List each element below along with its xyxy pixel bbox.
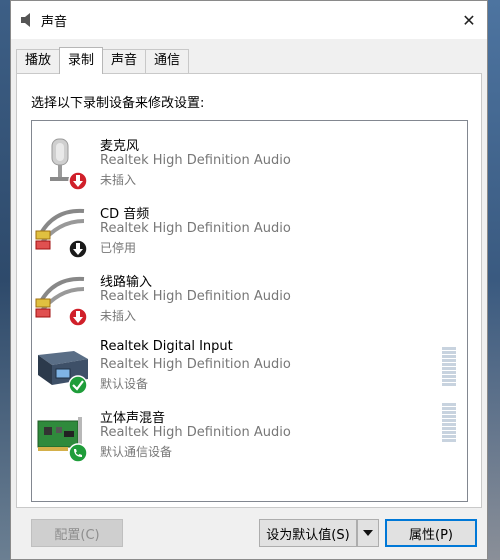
- device-status: 已停用: [100, 241, 137, 255]
- sound-dialog: 声音 ✕ 播放 录制 声音 通信 选择以下录制设备来修改设置: 麦克风 Real…: [10, 0, 488, 560]
- window-title: 声音: [41, 14, 68, 30]
- tab-recording[interactable]: 录制: [59, 47, 104, 74]
- recording-device-list[interactable]: 麦克风 Realtek High Definition Audio 未插入 CD…: [31, 120, 468, 502]
- level-meter: [442, 347, 456, 391]
- list-item[interactable]: 麦克风 Realtek High Definition Audio 未插入: [32, 129, 467, 197]
- list-item[interactable]: CD 音频 Realtek High Definition Audio 已停用: [32, 197, 467, 265]
- configure-button[interactable]: 配置(C): [31, 519, 123, 547]
- device-driver: Realtek High Definition Audio: [100, 289, 291, 304]
- device-name: Realtek Digital Input: [100, 339, 233, 354]
- device-status: 未插入: [100, 309, 137, 323]
- device-driver: Realtek High Definition Audio: [100, 357, 291, 372]
- device-name: 麦克风: [100, 139, 140, 154]
- set-default-dropdown-button[interactable]: [357, 519, 379, 547]
- device-status: 默认设备: [100, 377, 149, 391]
- device-driver: Realtek High Definition Audio: [100, 425, 291, 440]
- device-status: 未插入: [100, 173, 137, 187]
- close-button[interactable]: ✕: [451, 1, 487, 39]
- list-item[interactable]: 线路输入 Realtek High Definition Audio 未插入: [32, 265, 467, 333]
- unplugged-badge-icon: [68, 171, 88, 191]
- device-name: 立体声混音: [100, 411, 166, 426]
- device-name: 线路输入: [100, 275, 153, 290]
- recording-panel: 选择以下录制设备来修改设置: 麦克风 Realtek High Definiti…: [16, 73, 482, 508]
- instruction-text: 选择以下录制设备来修改设置:: [31, 96, 205, 111]
- chevron-down-icon: [363, 530, 373, 536]
- device-driver: Realtek High Definition Audio: [100, 221, 291, 236]
- list-item[interactable]: 立体声混音 Realtek High Definition Audio 默认通信…: [32, 401, 467, 469]
- tab-communications[interactable]: 通信: [145, 49, 190, 73]
- speaker-icon: [21, 13, 30, 27]
- tab-playback[interactable]: 播放: [16, 49, 61, 73]
- device-driver: Realtek High Definition Audio: [100, 153, 291, 168]
- disabled-badge-icon: [68, 239, 88, 259]
- tab-strip: 播放 录制 声音 通信: [16, 47, 190, 74]
- list-item[interactable]: Realtek Digital Input Realtek High Defin…: [32, 333, 467, 401]
- level-meter: [442, 403, 456, 447]
- desktop-background-left: [0, 0, 10, 560]
- title-bar[interactable]: 声音 ✕: [11, 1, 487, 39]
- device-name: CD 音频: [100, 207, 150, 222]
- default-device-check-icon: [68, 375, 88, 395]
- properties-button[interactable]: 属性(P): [385, 519, 477, 547]
- tab-sounds[interactable]: 声音: [102, 49, 147, 73]
- default-communication-phone-icon: [68, 443, 88, 463]
- device-status: 默认通信设备: [100, 445, 173, 459]
- set-default-button[interactable]: 设为默认值(S): [259, 519, 357, 547]
- unplugged-badge-icon: [68, 307, 88, 327]
- close-icon: ✕: [462, 10, 476, 30]
- desktop-background-right: [488, 0, 500, 560]
